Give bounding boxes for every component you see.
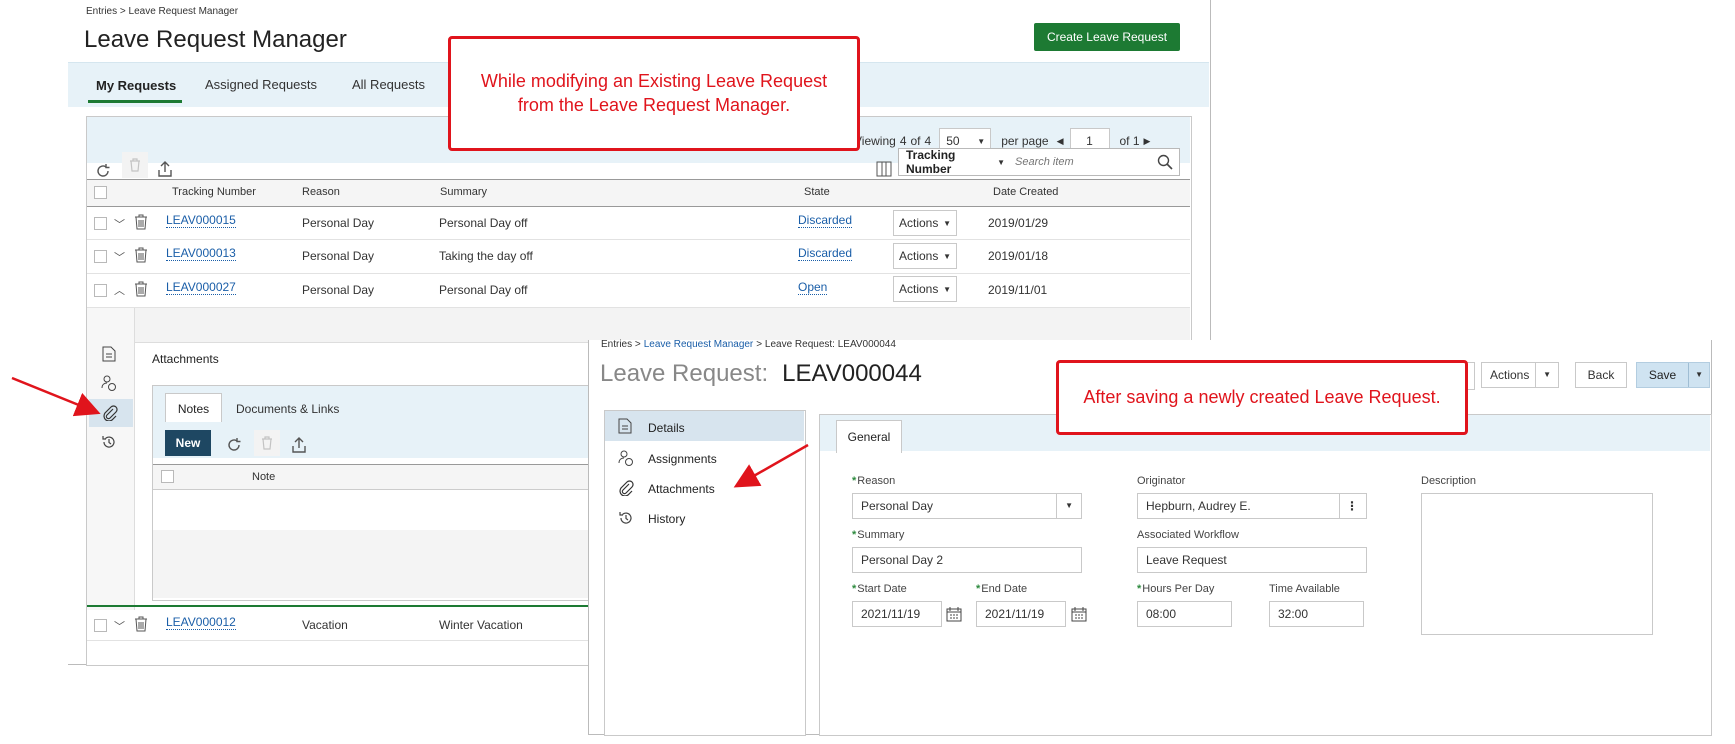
annotation-arrows (11, 376, 809, 488)
arrow-to-attachments-rail (11, 376, 101, 417)
arrow-to-attachments-nav (733, 443, 809, 488)
